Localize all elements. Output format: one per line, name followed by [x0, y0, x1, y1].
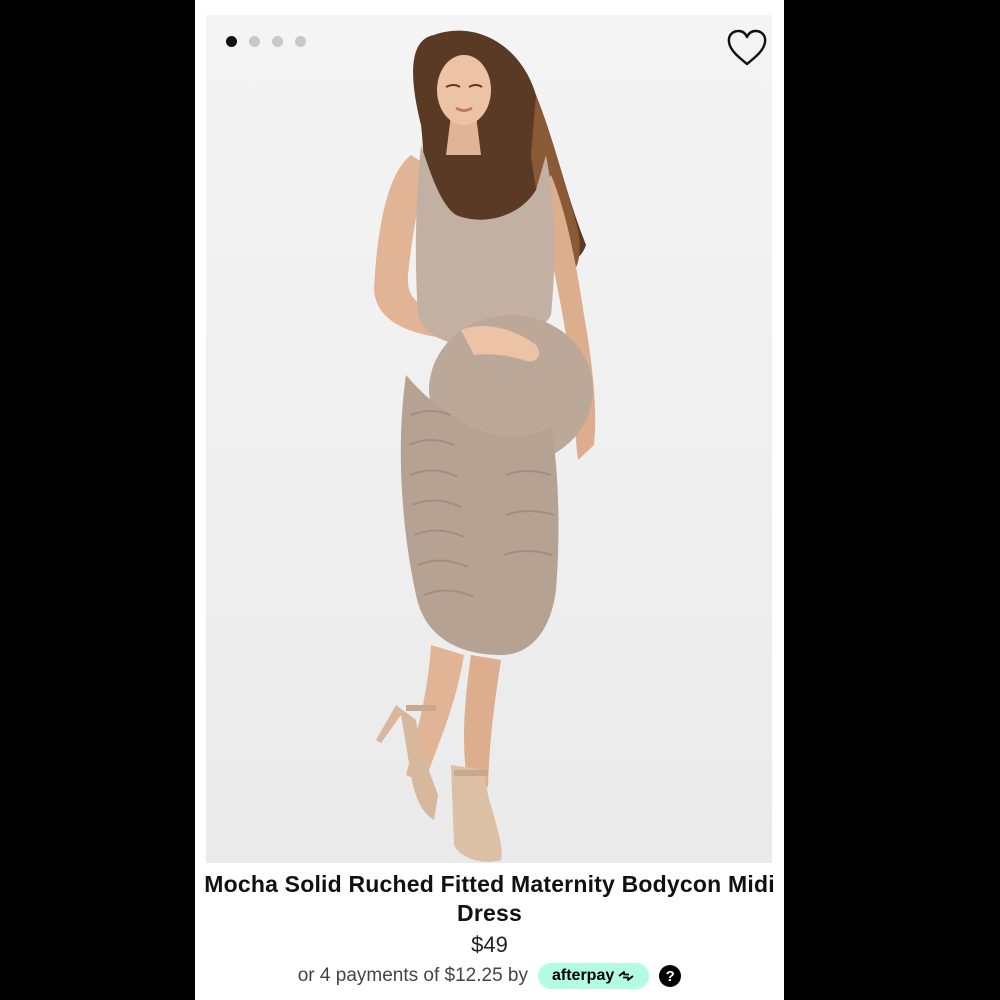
- product-title: Mocha Solid Ruched Fitted Maternity Body…: [204, 871, 775, 926]
- image-pagination: [226, 36, 306, 47]
- pagination-dot-3[interactable]: [272, 36, 283, 47]
- pagination-dot-4[interactable]: [295, 36, 306, 47]
- installments-row: or 4 payments of $12.25 by afterpay ?: [195, 963, 784, 989]
- pagination-dot-2[interactable]: [249, 36, 260, 47]
- product-card: Mocha Solid Ruched Fitted Maternity Body…: [195, 0, 784, 1000]
- shoe-right: [451, 765, 502, 862]
- question-circle-icon[interactable]: ?: [659, 965, 682, 987]
- heart-outline-icon: [727, 29, 767, 66]
- model-illustration: [374, 30, 596, 862]
- installments-text: or 4 payments of $12.25 by: [297, 965, 528, 986]
- leg-right: [464, 655, 501, 787]
- pagination-dot-1[interactable]: [226, 36, 237, 47]
- favorite-button[interactable]: [726, 29, 768, 67]
- afterpay-badge[interactable]: afterpay: [538, 963, 650, 989]
- afterpay-arrows-icon: [618, 971, 634, 981]
- product-image[interactable]: [206, 15, 772, 863]
- afterpay-label: afterpay: [552, 967, 615, 984]
- face-shape: [437, 55, 491, 125]
- product-price: $49: [471, 932, 508, 957]
